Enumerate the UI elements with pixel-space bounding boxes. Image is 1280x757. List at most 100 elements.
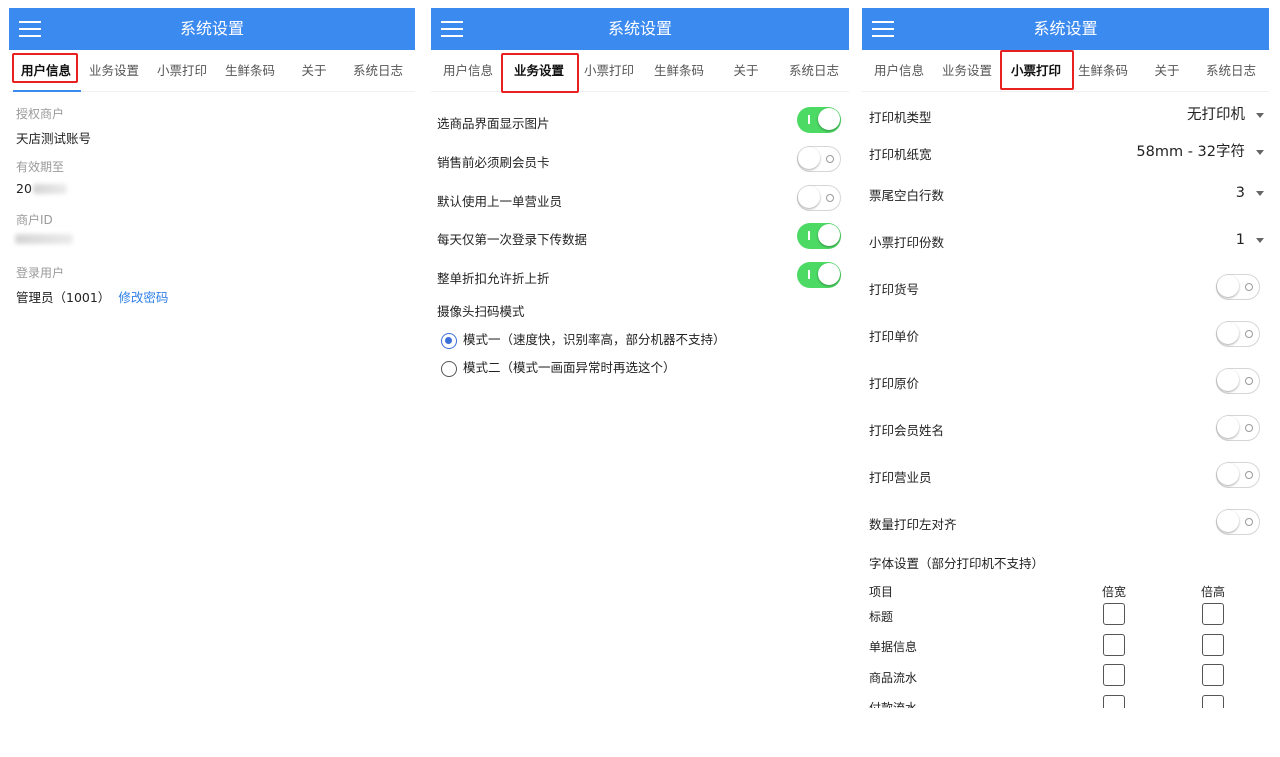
print-unit-price-label: 打印单价 xyxy=(869,329,920,344)
dropdown-caret-icon xyxy=(1256,113,1264,118)
tab-about[interactable]: 关于 xyxy=(719,50,773,92)
tab-system-log[interactable]: 系统日志 xyxy=(783,50,845,92)
tab-about[interactable]: 关于 xyxy=(1140,50,1194,92)
dropdown-caret-icon xyxy=(1256,150,1264,155)
tab-bar: 用户信息 业务设置 小票打印 生鲜条码 关于 系统日志 xyxy=(9,50,415,92)
double-height-checkbox[interactable] xyxy=(1202,634,1224,656)
panel-receipt-printing: 系统设置 用户信息 业务设置 小票打印 生鲜条码 关于 系统日志 打印机类型 无… xyxy=(862,8,1269,708)
page-title: 系统设置 xyxy=(607,19,672,38)
font-col-item: 项目 xyxy=(869,585,894,599)
print-toggle-row: 打印会员姓名 xyxy=(862,408,1269,448)
authorized-merchant-label: 授权商户 xyxy=(16,107,65,121)
print-toggle-row: 打印货号 xyxy=(862,267,1269,307)
mode-two-label: 模式二（模式一画面异常时再选这个） xyxy=(463,360,676,375)
valid-until-label: 有效期至 xyxy=(16,160,65,174)
reuse-salesperson-toggle[interactable] xyxy=(797,185,841,211)
double-width-checkbox[interactable] xyxy=(1103,664,1125,686)
print-original-price-toggle[interactable] xyxy=(1216,368,1260,394)
font-row-label: 商品流水 xyxy=(869,671,918,685)
active-tab-indicator xyxy=(13,90,81,92)
tab-business-settings[interactable]: 业务设置 xyxy=(936,50,998,92)
printer-type-label: 打印机类型 xyxy=(869,110,932,125)
quantity-left-align-toggle[interactable] xyxy=(1216,509,1260,535)
setting-row: 整单折扣允许折上折 xyxy=(431,257,849,295)
panel-user-info: 系统设置 用户信息 业务设置 小票打印 生鲜条码 关于 系统日志 授权商户 天店… xyxy=(9,8,415,708)
print-item-code-toggle[interactable] xyxy=(1216,274,1260,300)
authorized-merchant-value: 天店测试账号 xyxy=(16,131,92,146)
page-title: 系统设置 xyxy=(179,19,244,38)
camera-mode-label: 摄像头扫码模式 xyxy=(437,304,525,319)
double-width-checkbox[interactable] xyxy=(1103,634,1125,656)
setting-label: 选商品界面显示图片 xyxy=(437,116,550,131)
tab-system-log[interactable]: 系统日志 xyxy=(1200,50,1262,92)
login-user-label: 登录用户 xyxy=(16,266,65,280)
print-item-code-label: 打印货号 xyxy=(869,282,920,297)
setting-row: 每天仅第一次登录下传数据 xyxy=(431,218,849,256)
print-toggle-row: 打印单价 xyxy=(862,314,1269,354)
print-original-price-label: 打印原价 xyxy=(869,376,920,391)
login-user-row: 管理员（1001） 修改密码 xyxy=(16,287,168,306)
font-row-label: 付款流水 xyxy=(869,701,918,708)
show-images-toggle[interactable] xyxy=(797,107,841,133)
printer-type-row: 打印机类型 无打印机 xyxy=(862,95,1269,135)
font-row-label: 标题 xyxy=(869,610,894,624)
tab-fresh-barcode[interactable]: 生鲜条码 xyxy=(648,50,710,92)
font-col-double-height: 倍高 xyxy=(1201,585,1226,599)
tab-business-settings[interactable]: 业务设置 xyxy=(83,50,145,92)
font-row-label: 单据信息 xyxy=(869,640,918,654)
tab-receipt-printing[interactable]: 小票打印 xyxy=(151,50,213,92)
redacted-merchant-id xyxy=(15,234,73,244)
tab-receipt-printing[interactable]: 小票打印 xyxy=(578,50,640,92)
quantity-left-align-label: 数量打印左对齐 xyxy=(869,517,957,532)
tab-system-log[interactable]: 系统日志 xyxy=(347,50,409,92)
tab-user-info[interactable]: 用户信息 xyxy=(868,50,930,92)
setting-row: 销售前必须刷会员卡 xyxy=(431,141,849,179)
print-copies-select[interactable]: 1 xyxy=(1236,228,1269,252)
setting-row: 选商品界面显示图片 xyxy=(431,102,849,140)
radio-unchecked-icon xyxy=(441,360,457,377)
change-password-link[interactable]: 修改密码 xyxy=(118,290,168,305)
print-toggle-row: 打印营业员 xyxy=(862,455,1269,495)
setting-label: 默认使用上一单营业员 xyxy=(437,194,563,209)
paper-width-row: 打印机纸宽 58mm - 32字符 xyxy=(862,132,1269,172)
print-salesperson-toggle[interactable] xyxy=(1216,462,1260,488)
font-col-double-width: 倍宽 xyxy=(1102,585,1127,599)
tab-fresh-barcode[interactable]: 生鲜条码 xyxy=(1072,50,1134,92)
tail-blank-lines-row: 票尾空白行数 3 xyxy=(862,173,1269,213)
double-width-checkbox[interactable] xyxy=(1103,603,1125,625)
double-height-checkbox[interactable] xyxy=(1202,695,1224,708)
dropdown-caret-icon xyxy=(1256,191,1264,196)
tab-user-info[interactable]: 用户信息 xyxy=(15,50,77,92)
tab-business-settings[interactable]: 业务设置 xyxy=(506,50,572,92)
member-card-required-toggle[interactable] xyxy=(797,146,841,172)
tab-receipt-printing[interactable]: 小票打印 xyxy=(1004,50,1068,92)
dropdown-caret-icon xyxy=(1256,238,1264,243)
print-member-name-toggle[interactable] xyxy=(1216,415,1260,441)
mode-one-option[interactable]: 模式一（速度快，识别率高，部分机器不支持） xyxy=(441,329,726,349)
valid-until-value: 20 xyxy=(16,181,32,196)
tail-blank-lines-label: 票尾空白行数 xyxy=(869,188,945,203)
tail-blank-lines-select[interactable]: 3 xyxy=(1236,181,1269,205)
tab-user-info[interactable]: 用户信息 xyxy=(437,50,499,92)
double-height-checkbox[interactable] xyxy=(1202,603,1224,625)
page-title: 系统设置 xyxy=(1033,19,1098,38)
tab-fresh-barcode[interactable]: 生鲜条码 xyxy=(219,50,281,92)
print-toggle-row: 打印原价 xyxy=(862,361,1269,401)
tab-bar: 用户信息 业务设置 小票打印 生鲜条码 关于 系统日志 xyxy=(431,50,849,93)
print-copies-label: 小票打印份数 xyxy=(869,235,945,250)
print-salesperson-label: 打印营业员 xyxy=(869,470,932,485)
print-copies-row: 小票打印份数 1 xyxy=(862,220,1269,260)
print-unit-price-toggle[interactable] xyxy=(1216,321,1260,347)
double-width-checkbox[interactable] xyxy=(1103,695,1125,708)
paper-width-select[interactable]: 58mm - 32字符 xyxy=(1136,140,1269,164)
stacked-discount-toggle[interactable] xyxy=(797,262,841,288)
double-height-checkbox[interactable] xyxy=(1202,664,1224,686)
app-header: 系统设置 xyxy=(431,8,849,50)
tab-about[interactable]: 关于 xyxy=(287,50,341,92)
paper-width-label: 打印机纸宽 xyxy=(869,147,932,162)
mode-two-option[interactable]: 模式二（模式一画面异常时再选这个） xyxy=(441,357,676,377)
mode-one-label: 模式一（速度快，识别率高，部分机器不支持） xyxy=(463,332,726,347)
font-settings-title: 字体设置（部分打印机不支持） xyxy=(869,556,1045,571)
printer-type-select[interactable]: 无打印机 xyxy=(1187,103,1269,127)
daily-download-toggle[interactable] xyxy=(797,223,841,249)
